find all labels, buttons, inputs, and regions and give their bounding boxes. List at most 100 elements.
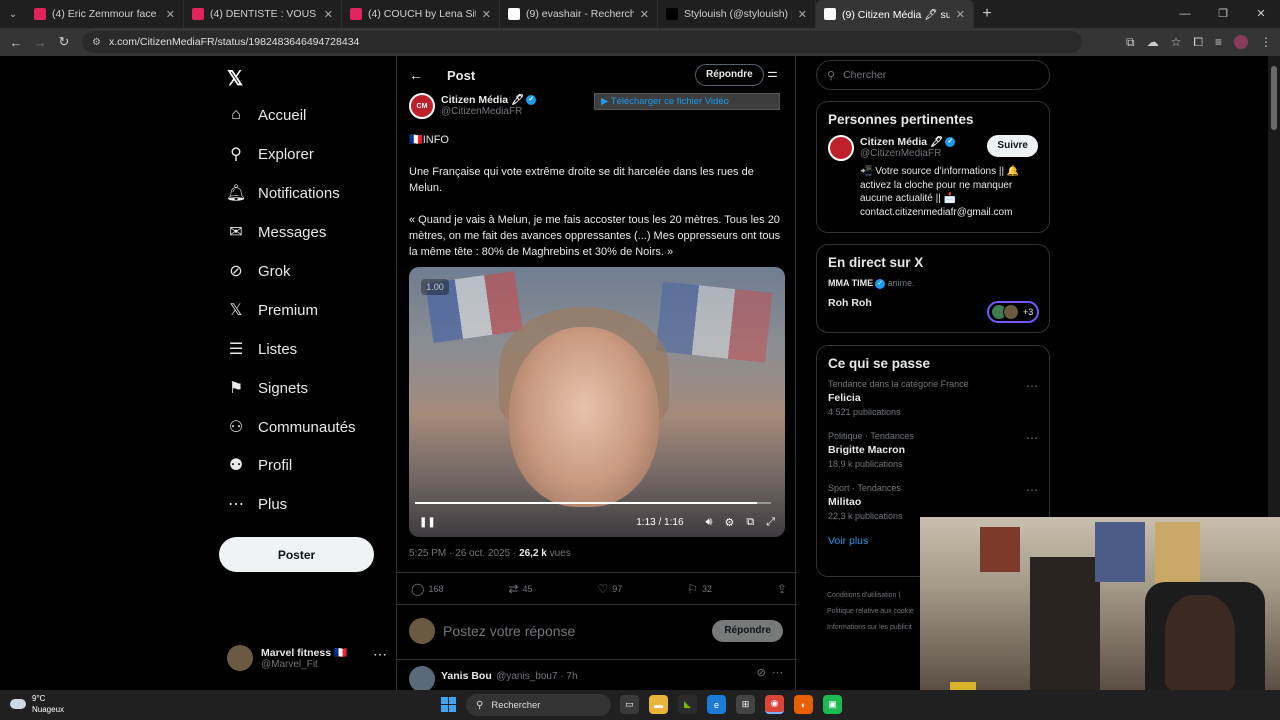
author-name[interactable]: Citizen Média 🖋 [441,94,524,106]
grok-icon[interactable]: ⊘ ⋯ [757,666,783,679]
back-icon[interactable]: ← [4,35,28,50]
site-info-icon[interactable]: ⚙ [92,37,101,48]
live-participants[interactable]: +3 [987,301,1039,323]
bookmark-star-icon[interactable]: ☆ [1171,35,1182,49]
tab-search-icon[interactable]: ⌄ [0,0,26,28]
file-explorer-icon[interactable]: ▬ [649,695,668,714]
trend-item[interactable]: Tendance dans la catégorie France Felicia… [828,379,1038,417]
more-icon[interactable]: ⋯ [373,646,387,663]
settings-sliders-icon[interactable]: ⚌ [767,66,778,80]
minimize-icon[interactable]: — [1166,0,1204,28]
chrome-icon[interactable]: ◉ [765,695,784,714]
extension-cloud-icon[interactable]: ☁ [1147,35,1159,49]
scrollbar-thumb[interactable] [1271,66,1277,130]
nav-item-notifications[interactable]: 🔔︎ Notifications [226,178,340,208]
new-tab-button[interactable]: + [974,5,1000,23]
tab-close-icon[interactable]: ✕ [798,8,807,21]
nav-item-grok[interactable]: ⊘ Grok [227,256,290,286]
video-progress-bar[interactable] [415,502,771,504]
relevant-user[interactable]: Citizen Média 🖋 ✓ @CitizenMediaFR Suivre [828,135,1038,161]
media-icon[interactable]: ≡ [1215,35,1222,49]
browser-tab[interactable]: (4) Eric Zemmour face à Pascal ✕ [26,0,184,28]
tab-close-icon[interactable]: ✕ [324,8,333,21]
browser-tab[interactable]: Stylouish (@stylouish) | TikTok ✕ [658,0,816,28]
fullscreen-icon[interactable]: ⤢ [766,516,775,529]
store-icon[interactable]: ⊞ [736,695,755,714]
tab-close-icon[interactable]: ✕ [482,8,491,21]
pause-icon[interactable]: ❚❚ [419,517,436,528]
reply-item[interactable]: Yanis Bou @yanis_bou7 · 7h ⊘ ⋯ [409,666,787,690]
restore-icon[interactable]: ❐ [1204,0,1242,28]
footer-link[interactable]: Conditions d'utilisation | [827,588,914,604]
download-video-button[interactable]: ▶ Télécharger ce fichier Vidéo [594,93,780,110]
profile-avatar[interactable] [1234,35,1248,49]
gear-icon[interactable]: ⚙ [724,516,734,529]
nav-item-communautés[interactable]: ⚇ Communautés [227,412,356,442]
relevant-user-name[interactable]: Citizen Média 🖋 [860,136,943,148]
firefox-icon[interactable]: ◐ [794,695,813,714]
account-switcher[interactable]: Marvel fitness 🇫🇷 @Marvel_Fit ⋯ [227,642,387,674]
post-author[interactable]: CM Citizen Média 🖋 ✓ @CitizenMediaFR [409,93,537,119]
nav-item-premium[interactable]: 𝕏 Premium [227,295,318,325]
tab-close-icon[interactable]: ✕ [166,8,175,21]
reply-input[interactable]: Postez votre réponse [443,623,575,639]
pip-icon[interactable]: ⧉ [746,516,754,529]
app-icon[interactable]: ▣ [823,695,842,714]
url-field[interactable]: ⚙ x.com/CitizenMediaFR/status/1982483646… [82,31,1082,53]
taskbar-search[interactable]: ⚲ Rechercher [466,694,611,716]
more-icon[interactable]: ⋯ [1026,483,1038,497]
follow-button[interactable]: Suivre [987,135,1038,157]
author-handle[interactable]: @CitizenMediaFR [441,106,536,117]
post-button[interactable]: Poster [219,537,374,572]
browser-tab[interactable]: (9) Citizen Média 🖋 sur X ✕ [816,0,974,28]
volume-icon[interactable]: 🔊︎ [706,516,713,529]
reply-header-button[interactable]: Répondre [695,64,764,86]
more-icon[interactable]: ⋯ [1026,431,1038,445]
search-input[interactable]: ⚲ Chercher [816,60,1050,90]
browser-tab[interactable]: (4) DENTISTE : VOUS ÊTES SALE ✕ [184,0,342,28]
edge-icon[interactable]: e [707,695,726,714]
nav-item-explorer[interactable]: ⚲ Explorer [227,139,314,169]
live-host[interactable]: MMA TIME ✓ anime. [828,278,1038,289]
trend-item[interactable]: Sport · Tendances Militao 22,3 k publicati… [828,483,1038,521]
reply-author-handle[interactable]: @yanis_bou7 · 7h [496,671,577,682]
video-player[interactable]: 1.00 ❚❚ 1:13 / 1:16 🔊︎ ⚙ ⧉ ⤢ [409,267,785,537]
trend-item[interactable]: Politique · Tendances Brigitte Macron 18,9… [828,431,1038,469]
post-timestamp[interactable]: 5:25 PM · 26 oct. 2025 · [409,548,519,559]
more-icon[interactable]: ⋯ [1026,379,1038,393]
forward-icon[interactable]: → [28,35,52,50]
nav-item-messages[interactable]: ✉ Messages [227,217,326,247]
nvidia-icon[interactable]: ◣ [678,695,697,714]
browser-tab[interactable]: (9) evashair - Recherche / X ✕ [500,0,658,28]
reply-submit-button[interactable]: Répondre [712,620,783,642]
nav-item-listes[interactable]: ☰ Listes [227,334,297,364]
nav-item-signets[interactable]: ⚑ Signets [227,373,308,403]
like-action[interactable]: ♡ 97 [597,582,622,596]
avatar[interactable]: CM [409,93,435,119]
close-window-icon[interactable]: ✕ [1242,0,1280,28]
reply-author-name[interactable]: Yanis Bou [441,670,492,682]
browser-tab[interactable]: (4) COUCH by Lena Situations ✕ [342,0,500,28]
avatar[interactable] [828,135,854,161]
install-icon[interactable]: ⧉ [1126,35,1135,50]
nav-item-accueil[interactable]: ⌂ Accueil [227,100,306,130]
avatar[interactable] [409,666,435,690]
share-action[interactable]: ⇪ [777,582,787,596]
x-logo-icon[interactable]: 𝕏 [227,66,243,91]
reload-icon[interactable]: ↻ [52,34,76,50]
windows-start-icon[interactable] [441,697,456,712]
tab-close-icon[interactable]: ✕ [956,8,965,21]
nav-item-plus[interactable]: ⋯ Plus [227,489,287,519]
weather-widget[interactable]: 9°C Nuageux [10,693,64,715]
menu-kebab-icon[interactable]: ⋮ [1260,35,1272,49]
footer-link[interactable]: Informations sur les publicit [827,620,914,636]
repost-action[interactable]: ⇄ 45 [508,582,532,596]
reply-action[interactable]: ◯ 168 [411,582,443,596]
bookmark-action[interactable]: ⚐ 32 [687,582,712,596]
nav-item-profil[interactable]: ⚉ Profil [227,450,292,480]
tab-close-icon[interactable]: ✕ [640,8,649,21]
extensions-icon[interactable]: ⧠ [1193,35,1203,50]
playback-speed[interactable]: 1.00 [421,279,449,295]
back-arrow-icon[interactable]: ← [409,67,433,83]
task-view-icon[interactable]: ▭ [620,695,639,714]
